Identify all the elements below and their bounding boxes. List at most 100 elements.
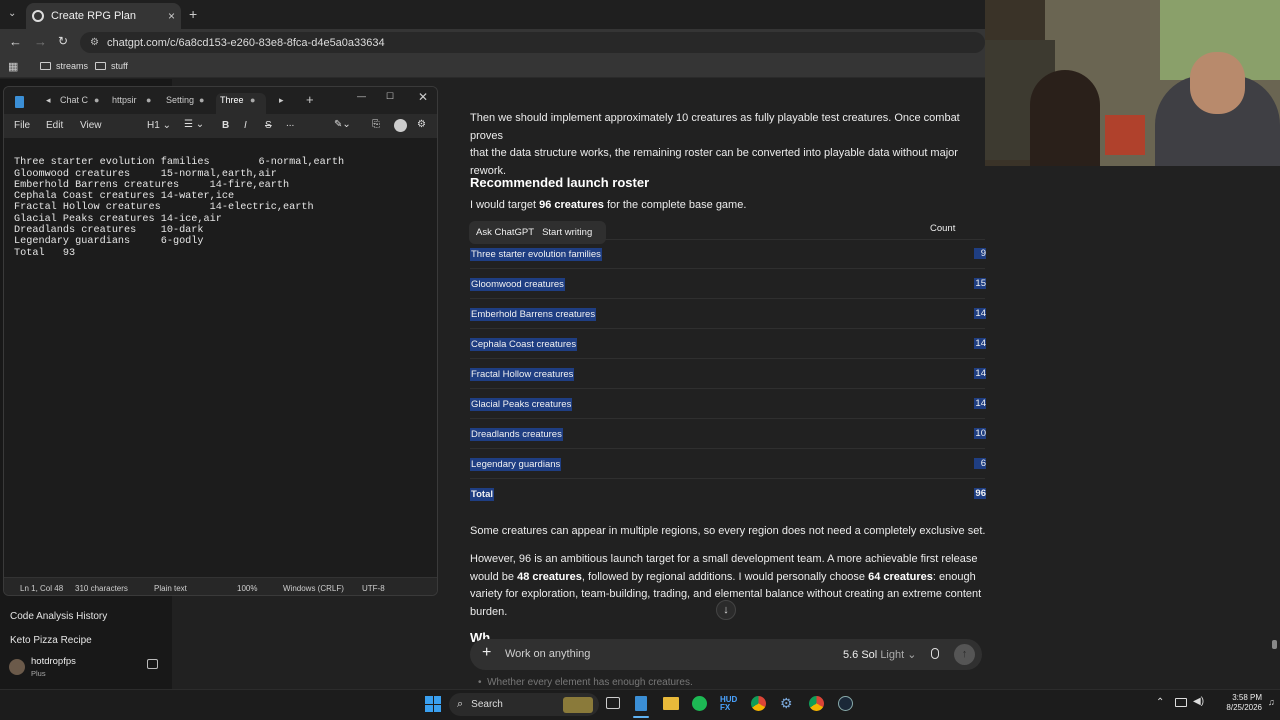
bold-button[interactable]: B bbox=[222, 120, 229, 131]
list-dropdown-icon[interactable]: ☰ ⌄ bbox=[184, 119, 204, 130]
table-divider bbox=[470, 328, 985, 329]
app-gear-icon[interactable]: ⚙ bbox=[780, 695, 793, 712]
bookmark-streams[interactable]: streams bbox=[40, 61, 88, 71]
line-endings[interactable]: Windows (CRLF) bbox=[283, 584, 344, 593]
text-line: Dreadlands creatures 10-dark bbox=[14, 225, 204, 237]
clock[interactable]: 3:58 PM 8/25/2026 bbox=[1212, 693, 1262, 713]
notepad-text-content[interactable]: Three starter evolution families 6-norma… bbox=[14, 146, 427, 282]
clock-time: 3:58 PM bbox=[1232, 693, 1262, 702]
start-button-icon[interactable] bbox=[425, 696, 441, 712]
table-row-count: 14 bbox=[974, 338, 986, 349]
taskbar-search-label: Search bbox=[471, 699, 503, 710]
chrome-profile-icon[interactable] bbox=[809, 696, 824, 711]
menu-file[interactable]: File bbox=[14, 120, 30, 131]
tab-scroll-right-icon[interactable]: ▸ bbox=[279, 95, 284, 106]
close-window-icon[interactable]: ✕ bbox=[418, 90, 428, 104]
bold-run: 64 creatures bbox=[868, 570, 933, 583]
encoding[interactable]: UTF-8 bbox=[362, 584, 385, 593]
heading-value: H1 bbox=[147, 120, 160, 131]
chevron-down-icon: ⌄ bbox=[907, 649, 917, 661]
tab-scroll-left-icon[interactable]: ◂ bbox=[46, 95, 51, 106]
bookmark-stuff[interactable]: stuff bbox=[95, 61, 128, 71]
notepad-tab-https[interactable]: httpsir bbox=[112, 95, 137, 105]
share-icon[interactable]: ⎘ bbox=[372, 119, 380, 130]
start-writing-button[interactable]: Start writing bbox=[542, 227, 592, 238]
site-info-icon[interactable]: ⚙ bbox=[90, 37, 99, 48]
tray-overflow-icon[interactable]: ⌃ bbox=[1156, 697, 1164, 708]
table-row-count: 14 bbox=[974, 308, 986, 319]
prompt-input[interactable]: Work on anything bbox=[505, 648, 590, 660]
maximize-icon[interactable]: ☐ bbox=[386, 91, 394, 102]
table-divider bbox=[470, 388, 985, 389]
sidebar-chat-code-analysis[interactable]: Code Analysis History bbox=[10, 611, 107, 622]
close-tab-icon[interactable]: × bbox=[168, 9, 175, 23]
steam-icon[interactable] bbox=[838, 696, 853, 711]
send-button[interactable]: ↑ bbox=[954, 644, 975, 665]
more-options-button[interactable]: ... bbox=[286, 118, 294, 129]
table-divider bbox=[470, 239, 985, 240]
account-icon[interactable] bbox=[394, 119, 407, 132]
ask-chatgpt-button[interactable]: Ask ChatGPT bbox=[469, 227, 542, 238]
notification-bell-icon[interactable]: ♫ bbox=[1268, 697, 1275, 707]
sidebar-panel-icon[interactable] bbox=[147, 659, 158, 669]
notepad-tab-setting[interactable]: Setting bbox=[166, 95, 194, 105]
notepad-tab-three[interactable]: Three bbox=[220, 95, 244, 105]
copilot-icon[interactable]: ✎⌄ bbox=[334, 119, 351, 130]
text-format[interactable]: Plain text bbox=[154, 584, 187, 593]
page-scrollbar[interactable] bbox=[1272, 640, 1277, 649]
back-icon[interactable]: ← bbox=[9, 34, 22, 49]
notepad-editor[interactable]: Three starter evolution families 6-norma… bbox=[4, 138, 437, 577]
scroll-to-bottom-button[interactable]: ↓ bbox=[716, 600, 736, 620]
table-divider bbox=[470, 268, 985, 269]
notepad-tab-chat[interactable]: Chat C bbox=[60, 95, 88, 105]
add-attachment-icon[interactable]: + bbox=[482, 644, 491, 662]
italic-button[interactable]: I bbox=[244, 120, 247, 131]
bullet-text: Whether every element has enough creatur… bbox=[487, 677, 693, 688]
minimize-icon[interactable]: — bbox=[357, 91, 366, 101]
file-explorer-icon[interactable] bbox=[663, 697, 679, 710]
menu-edit[interactable]: Edit bbox=[46, 120, 63, 131]
address-bar[interactable]: ⚙ chatgpt.com/c/6a8cd153-e260-83e8-8fca-… bbox=[80, 32, 985, 53]
model-selector[interactable]: 5.6 Sol Light ⌄ bbox=[843, 648, 916, 661]
table-total-label: Total bbox=[470, 488, 494, 501]
tab-list-button[interactable]: ⌄ bbox=[8, 8, 16, 19]
strikethrough-button[interactable]: S bbox=[265, 120, 272, 131]
menu-view[interactable]: View bbox=[80, 120, 102, 131]
notepad-taskbar-icon[interactable] bbox=[635, 696, 647, 711]
table-row-label: Emberhold Barrens creatures bbox=[470, 308, 597, 321]
text-run: : enough bbox=[932, 570, 976, 583]
apps-grid-icon[interactable]: ▦ bbox=[8, 60, 18, 73]
chat-line: that the data structure works, the remai… bbox=[470, 147, 958, 159]
text-line: Gloomwood creatures 15-normal,earth,air bbox=[14, 168, 277, 180]
bookmark-label: streams bbox=[56, 61, 89, 71]
new-tab-button[interactable]: + bbox=[189, 6, 197, 22]
text-run: I would target bbox=[470, 199, 540, 211]
volume-icon[interactable]: ◀) bbox=[1193, 696, 1204, 707]
settings-gear-icon[interactable]: ⚙ bbox=[417, 119, 426, 130]
webcam-overlay bbox=[985, 0, 1280, 166]
chrome-icon[interactable] bbox=[751, 696, 766, 711]
user-avatar[interactable] bbox=[9, 659, 25, 675]
forward-icon[interactable]: → bbox=[34, 34, 47, 49]
hud-fx-icon[interactable]: HUD FX bbox=[720, 696, 737, 712]
chat-paragraph-intro: Then we should implement approximately 1… bbox=[470, 110, 985, 180]
heading-dropdown[interactable]: H1 ⌄ bbox=[147, 120, 171, 131]
microphone-icon[interactable] bbox=[931, 648, 939, 659]
active-app-indicator bbox=[633, 716, 649, 718]
reload-icon[interactable]: ↻ bbox=[58, 34, 68, 48]
taskbar-search[interactable]: ⌕ Search bbox=[449, 693, 599, 716]
user-name[interactable]: hotdropfps bbox=[31, 656, 76, 667]
chatgpt-favicon-icon bbox=[32, 10, 44, 22]
spotify-icon[interactable] bbox=[692, 696, 707, 711]
table-divider bbox=[470, 448, 985, 449]
table-row-count: 15 bbox=[974, 278, 986, 289]
text-line: Legendary guardians 6-godly bbox=[14, 236, 204, 248]
new-tab-icon[interactable]: + bbox=[306, 92, 314, 107]
table-row-label: Fractal Hollow creatures bbox=[470, 368, 575, 381]
taskview-icon[interactable] bbox=[606, 697, 620, 709]
network-icon[interactable] bbox=[1175, 698, 1187, 707]
browser-tab-active[interactable]: Create RPG Plan × bbox=[26, 3, 181, 29]
table-header-count: Count bbox=[930, 223, 956, 234]
zoom-level[interactable]: 100% bbox=[237, 584, 257, 593]
sidebar-chat-keto-pizza[interactable]: Keto Pizza Recipe bbox=[10, 635, 92, 646]
